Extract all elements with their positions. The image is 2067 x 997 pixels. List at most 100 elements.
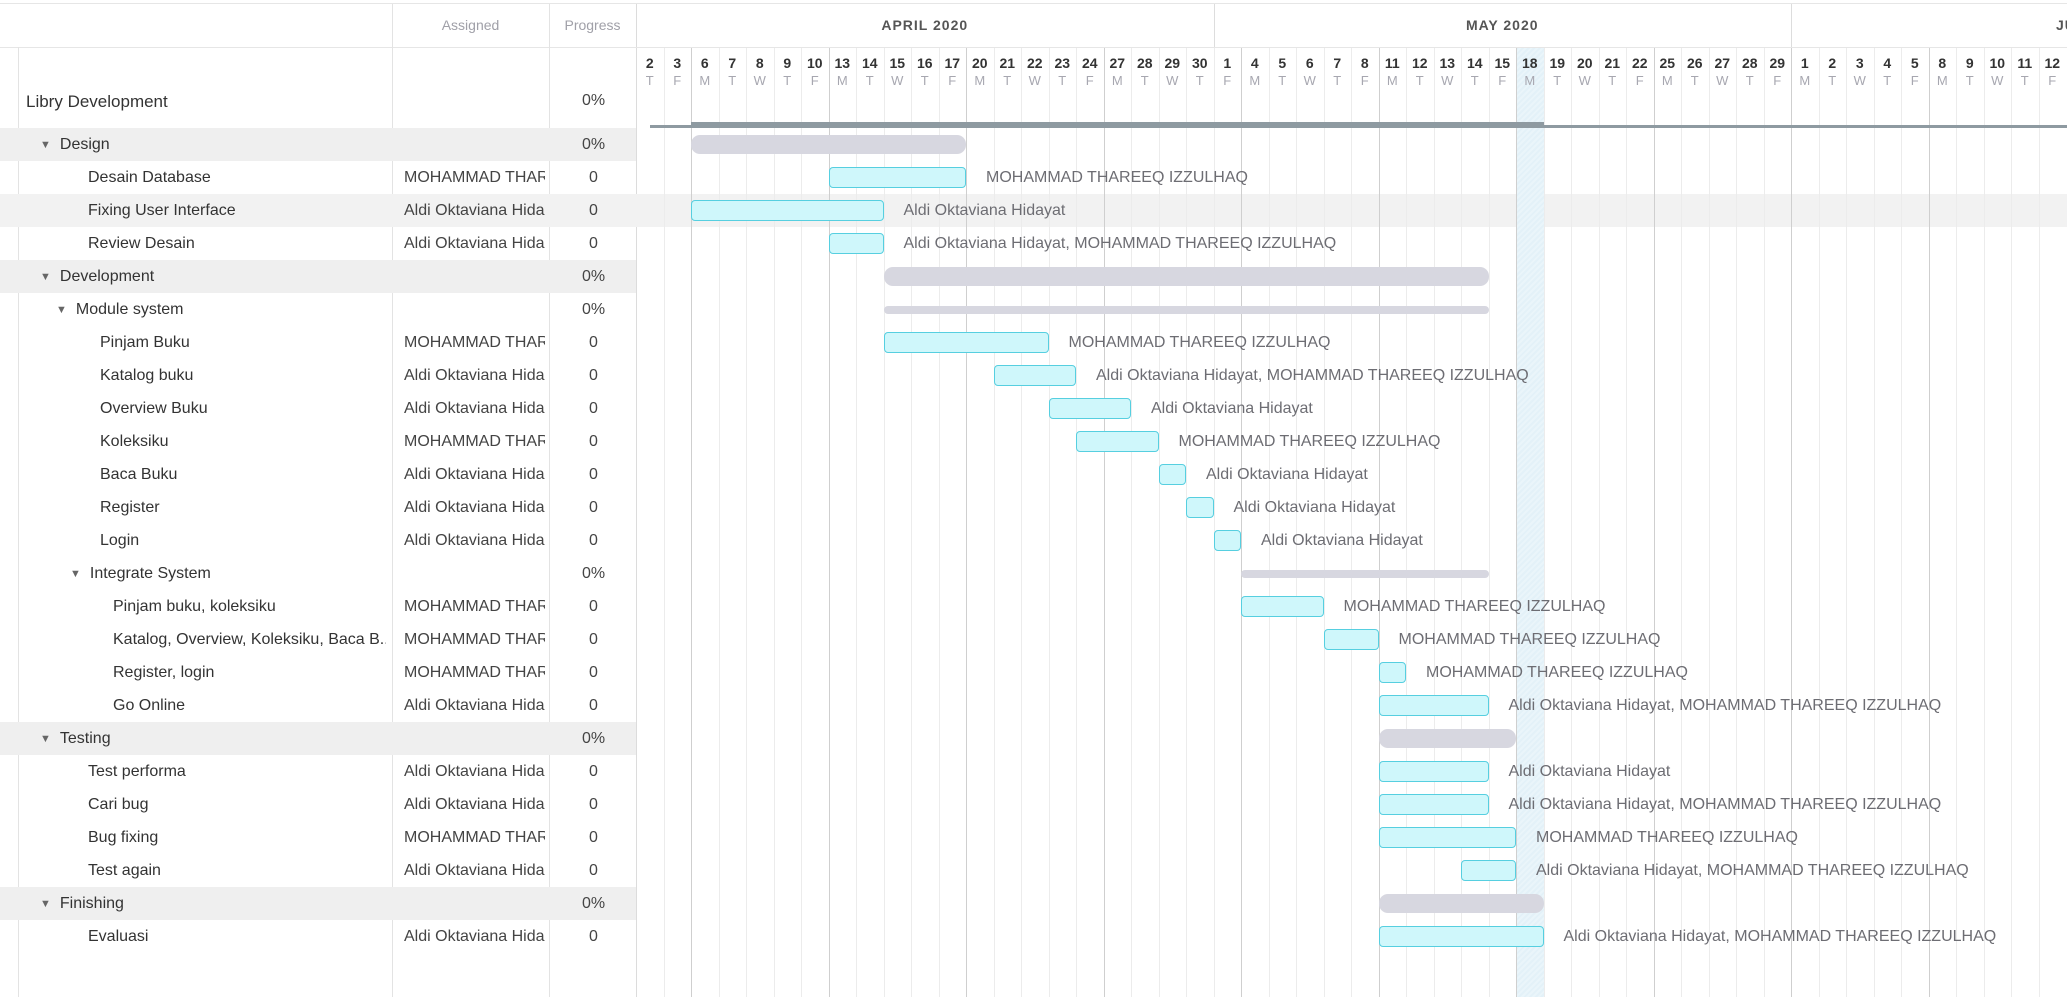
day-header[interactable]: 7T [1324, 48, 1352, 88]
day-header[interactable]: 23 T [1049, 48, 1077, 88]
assigned-cell[interactable] [404, 260, 545, 293]
day-header[interactable]: 25 M [1654, 48, 1682, 88]
assigned-cell[interactable]: MOHAMMAD THAR [404, 161, 545, 194]
task-bar[interactable] [883, 332, 1049, 353]
task-name[interactable]: Test again [88, 854, 386, 887]
task-name[interactable]: Bug fixing [88, 821, 386, 854]
task-name[interactable]: Register [100, 491, 386, 524]
task-row[interactable]: Register Aldi Oktaviana Hida 0 [0, 491, 636, 524]
day-header[interactable]: 19 T [1544, 48, 1572, 88]
assigned-cell[interactable]: Aldi Oktaviana Hida [404, 689, 545, 722]
day-header[interactable]: 3W [1846, 48, 1874, 88]
group-row[interactable]: ▼ Module system 0% [0, 293, 636, 326]
task-bar[interactable] [828, 233, 884, 254]
day-header[interactable]: 22 F [1626, 48, 1654, 88]
task-row[interactable]: Register, login MOHAMMAD THAR 0 [0, 656, 636, 689]
task-name[interactable]: Review Desain [88, 227, 386, 260]
task-row[interactable]: Pinjam buku, koleksiku MOHAMMAD THAR 0 [0, 590, 636, 623]
caret-down-icon[interactable]: ▼ [40, 888, 51, 920]
day-header[interactable]: 12 T [1406, 48, 1434, 88]
task-bar[interactable] [1378, 695, 1489, 716]
group-row[interactable]: ▼ Development 0% [0, 260, 636, 293]
group-row[interactable]: ▼ Design 0% [0, 128, 636, 161]
assigned-cell[interactable]: Aldi Oktaviana Hida [404, 392, 545, 425]
assigned-cell[interactable] [404, 128, 545, 161]
day-header[interactable]: 1M [1791, 48, 1819, 88]
task-name[interactable]: Cari bug [88, 788, 386, 821]
day-header[interactable]: 6W [1296, 48, 1324, 88]
task-row[interactable]: Go Online Aldi Oktaviana Hida 0 [0, 689, 636, 722]
day-header[interactable]: 3F [664, 48, 692, 88]
day-header[interactable]: 4M [1241, 48, 1269, 88]
task-name[interactable]: Evaluasi [88, 920, 386, 953]
assigned-cell[interactable] [404, 887, 545, 920]
task-name[interactable]: ▼ Testing [40, 722, 386, 755]
day-header[interactable]: 13 M [829, 48, 857, 88]
day-header[interactable]: 20 W [1571, 48, 1599, 88]
group-summary-bar[interactable] [883, 267, 1489, 286]
assigned-cell[interactable]: MOHAMMAD THAR [404, 590, 545, 623]
day-header[interactable]: 8F [1351, 48, 1379, 88]
day-header[interactable]: 18 M [1516, 48, 1544, 88]
group-row[interactable]: ▼ Finishing 0% [0, 887, 636, 920]
assigned-cell[interactable]: MOHAMMAD THAR [404, 425, 545, 458]
task-row[interactable]: Katalog buku Aldi Oktaviana Hida 0 [0, 359, 636, 392]
task-name[interactable]: Login [100, 524, 386, 557]
task-name[interactable]: Baca Buku [100, 458, 386, 491]
task-row[interactable]: Bug fixing MOHAMMAD THAR 0 [0, 821, 636, 854]
day-header[interactable]: 28 T [1736, 48, 1764, 88]
task-name[interactable]: ▼ Module system [56, 293, 386, 326]
group-summary-bar[interactable] [1378, 729, 1516, 748]
task-row[interactable]: Overview Buku Aldi Oktaviana Hida 0 [0, 392, 636, 425]
day-header[interactable]: 5F [1901, 48, 1929, 88]
task-row[interactable]: Baca Buku Aldi Oktaviana Hida 0 [0, 458, 636, 491]
task-bar[interactable] [1378, 761, 1489, 782]
task-name[interactable]: Koleksiku [100, 425, 386, 458]
project-name[interactable]: Libry Development [26, 92, 168, 112]
task-bar[interactable] [1323, 629, 1379, 650]
day-header[interactable]: 24 F [1076, 48, 1104, 88]
day-header[interactable]: 20 M [966, 48, 994, 88]
day-header[interactable]: 22 W [1021, 48, 1049, 88]
task-name[interactable]: Go Online [113, 689, 386, 722]
day-header[interactable]: 2T [636, 48, 664, 88]
subgroup-summary-bar[interactable] [883, 305, 1489, 314]
day-header[interactable]: 10 W [1984, 48, 2012, 88]
task-bar[interactable] [1378, 662, 1406, 683]
task-bar[interactable] [1378, 794, 1489, 815]
day-header[interactable]: 2T [1819, 48, 1847, 88]
task-row[interactable]: Evaluasi Aldi Oktaviana Hida 0 [0, 920, 636, 953]
task-row[interactable]: Test again Aldi Oktaviana Hida 0 [0, 854, 636, 887]
caret-down-icon[interactable]: ▼ [56, 294, 67, 326]
column-header-assigned[interactable]: Assigned [392, 4, 549, 47]
assigned-cell[interactable]: Aldi Oktaviana Hida [404, 854, 545, 887]
caret-down-icon[interactable]: ▼ [40, 723, 51, 755]
task-bar[interactable] [993, 365, 1076, 386]
caret-down-icon[interactable]: ▼ [40, 129, 51, 161]
task-row[interactable]: Login Aldi Oktaviana Hida 0 [0, 524, 636, 557]
task-name[interactable]: ▼ Design [40, 128, 386, 161]
day-header[interactable]: 21 T [994, 48, 1022, 88]
assigned-cell[interactable]: MOHAMMAD THAR [404, 656, 545, 689]
assigned-cell[interactable]: Aldi Oktaviana Hida [404, 920, 545, 953]
task-name[interactable]: Register, login [113, 656, 386, 689]
task-name[interactable]: Overview Buku [100, 392, 386, 425]
day-header[interactable]: 30 T [1186, 48, 1214, 88]
group-row[interactable]: ▼ Testing 0% [0, 722, 636, 755]
assigned-cell[interactable] [404, 722, 545, 755]
assigned-cell[interactable]: Aldi Oktaviana Hida [404, 755, 545, 788]
day-header[interactable]: 15 F [1489, 48, 1517, 88]
task-row[interactable]: Review Desain Aldi Oktaviana Hida 0 [0, 227, 636, 260]
day-header[interactable]: 29 F [1764, 48, 1792, 88]
assigned-cell[interactable]: MOHAMMAD THAR [404, 623, 545, 656]
task-name[interactable]: Fixing User Interface [88, 194, 386, 227]
day-header[interactable]: 15 W [884, 48, 912, 88]
task-bar[interactable] [1378, 926, 1544, 947]
day-header[interactable]: 8M [1929, 48, 1957, 88]
assigned-cell[interactable]: Aldi Oktaviana Hida [404, 524, 545, 557]
task-name[interactable]: Katalog buku [100, 359, 386, 392]
task-row[interactable]: Koleksiku MOHAMMAD THAR 0 [0, 425, 636, 458]
task-bar[interactable] [1158, 464, 1186, 485]
task-bar[interactable] [1076, 431, 1159, 452]
caret-down-icon[interactable]: ▼ [40, 261, 51, 293]
